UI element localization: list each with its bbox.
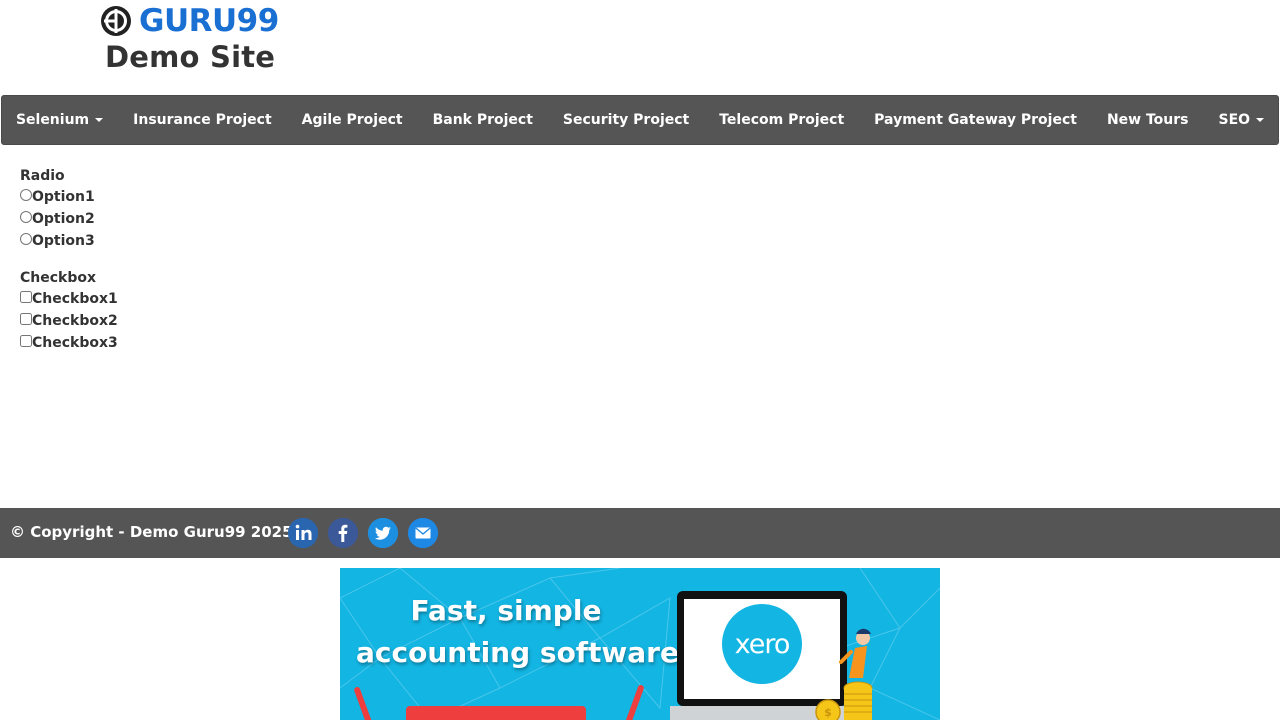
site-footer: © Copyright - Demo Guru99 2025 bbox=[0, 508, 1280, 558]
logo-text: GURU99 bbox=[139, 3, 279, 39]
nav-item-new-tours[interactable]: New Tours bbox=[1092, 112, 1204, 128]
radio-button-option1[interactable] bbox=[20, 189, 32, 201]
nav-item-payment-gateway-project[interactable]: Payment Gateway Project bbox=[859, 112, 1092, 128]
nav-item-label: SEO bbox=[1218, 112, 1251, 128]
ad-headline: Fast, simple accounting software bbox=[356, 590, 679, 674]
site-header: GURU99 Demo Site bbox=[0, 0, 1280, 95]
main-content: Radio Option1 Option2 Option3 Checkbox C… bbox=[20, 166, 620, 354]
checkbox-checkbox2[interactable] bbox=[20, 313, 32, 325]
twitter-link[interactable] bbox=[368, 518, 398, 548]
nav-item-label: Telecom Project bbox=[719, 112, 845, 128]
radio-option-label: Option3 bbox=[32, 233, 95, 249]
checkbox-option-label: Checkbox1 bbox=[32, 291, 118, 307]
ad-headline-line2: accounting software bbox=[356, 636, 679, 669]
nav-item-seo[interactable]: SEO bbox=[1204, 112, 1280, 128]
radio-option-2[interactable]: Option2 bbox=[19, 208, 620, 230]
nav-item-bank-project[interactable]: Bank Project bbox=[418, 112, 548, 128]
nav-item-label: Agile Project bbox=[301, 112, 403, 128]
radio-option-label: Option2 bbox=[32, 211, 95, 227]
main-navbar: Selenium Insurance Project Agile Project… bbox=[1, 95, 1279, 145]
svg-text:$: $ bbox=[824, 706, 832, 719]
checkbox-option-label: Checkbox2 bbox=[32, 313, 118, 329]
facebook-link[interactable] bbox=[328, 518, 358, 548]
xero-logo: xero bbox=[722, 604, 802, 684]
email-icon bbox=[408, 518, 438, 548]
nav-item-selenium[interactable]: Selenium bbox=[1, 112, 118, 128]
radio-option-3[interactable]: Option3 bbox=[19, 230, 620, 252]
person-illustration bbox=[839, 628, 871, 678]
checkbox-checkbox3[interactable] bbox=[20, 335, 32, 347]
ad-headline-line1: Fast, simple bbox=[410, 594, 602, 627]
facebook-icon bbox=[328, 518, 358, 548]
nav-list: Selenium Insurance Project Agile Project… bbox=[2, 96, 1278, 144]
nav-item-insurance-project[interactable]: Insurance Project bbox=[118, 112, 287, 128]
nav-item-agile-project[interactable]: Agile Project bbox=[287, 112, 418, 128]
checkbox-option-3[interactable]: Checkbox3 bbox=[19, 332, 620, 354]
coins-illustration: $ bbox=[815, 681, 873, 720]
nav-item-label: New Tours bbox=[1106, 112, 1189, 128]
nav-item-telecom-project[interactable]: Telecom Project bbox=[704, 112, 859, 128]
checkbox-group-label: Checkbox bbox=[20, 270, 97, 286]
radio-option-1[interactable]: Option1 bbox=[19, 186, 620, 208]
checkbox-option-2[interactable]: Checkbox2 bbox=[19, 310, 620, 332]
guru99-logo[interactable]: GURU99 bbox=[100, 3, 279, 39]
nav-item-label: Selenium bbox=[15, 112, 90, 128]
xero-ad-banner[interactable]: Fast, simple accounting software xero $ bbox=[340, 568, 940, 720]
radio-button-option2[interactable] bbox=[20, 211, 32, 223]
radio-group-label: Radio bbox=[20, 168, 65, 184]
ad-decor-shape bbox=[406, 706, 586, 720]
checkbox-option-label: Checkbox3 bbox=[32, 335, 118, 351]
radio-option-label: Option1 bbox=[32, 189, 95, 205]
radio-button-option3[interactable] bbox=[20, 233, 32, 245]
twitter-icon bbox=[368, 518, 398, 548]
nav-item-label: Bank Project bbox=[432, 112, 533, 128]
guru99-logo-icon bbox=[101, 6, 131, 36]
nav-item-label: Insurance Project bbox=[133, 112, 272, 128]
linkedin-link[interactable] bbox=[288, 518, 318, 548]
linkedin-icon bbox=[288, 518, 318, 548]
site-title: Demo Site bbox=[105, 40, 276, 74]
nav-item-security-project[interactable]: Security Project bbox=[548, 112, 704, 128]
caret-down-icon bbox=[1256, 118, 1265, 122]
caret-down-icon bbox=[95, 118, 104, 122]
nav-item-label: Security Project bbox=[562, 112, 690, 128]
nav-item-label: Payment Gateway Project bbox=[874, 112, 1077, 128]
email-link[interactable] bbox=[408, 518, 438, 548]
checkbox-checkbox1[interactable] bbox=[20, 291, 32, 303]
copyright-text: © Copyright - Demo Guru99 2025 bbox=[10, 523, 293, 541]
checkbox-option-1[interactable]: Checkbox1 bbox=[19, 288, 620, 310]
